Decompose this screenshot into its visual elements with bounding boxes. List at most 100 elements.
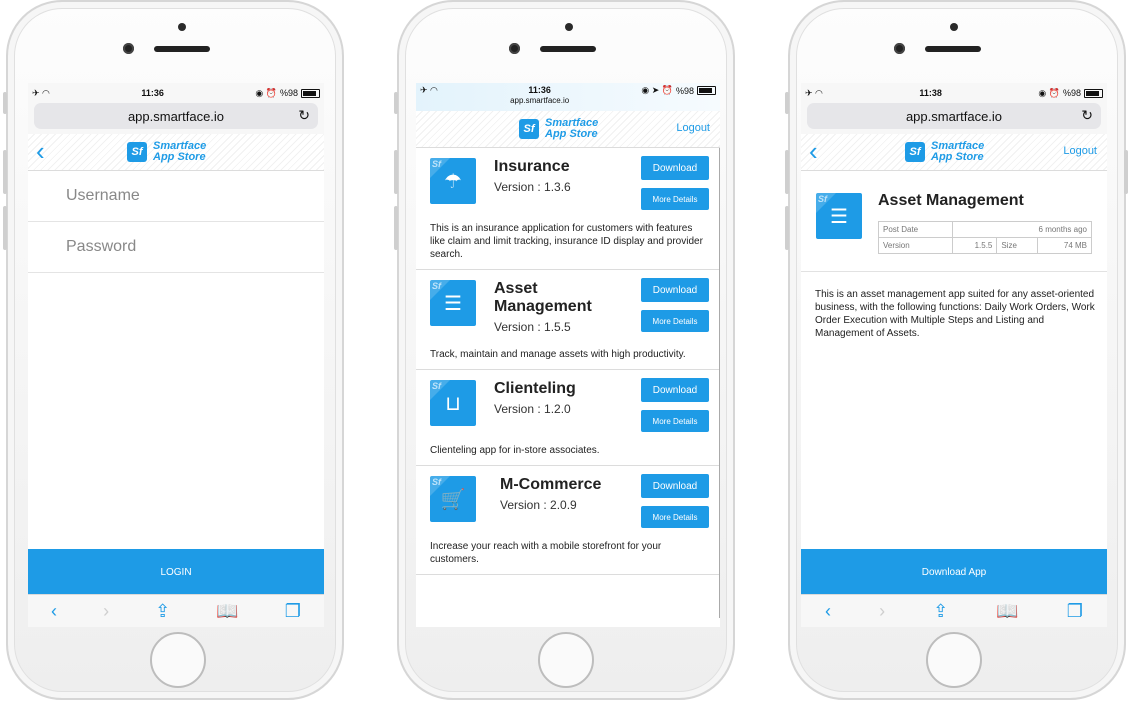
front-camera — [894, 43, 905, 54]
app-version: Version : 1.2.0 — [494, 402, 571, 416]
volume-up-button — [3, 150, 7, 194]
mute-switch — [394, 92, 398, 114]
list-icon: Sf ☰ — [430, 280, 476, 326]
app-description: Track, maintain and manage assets with h… — [430, 349, 686, 360]
earpiece-speaker — [925, 46, 981, 52]
volume-up-button — [394, 150, 398, 194]
smartface-logo-icon: Sf — [127, 142, 147, 162]
back-icon[interactable]: ‹ — [809, 136, 818, 166]
logout-link[interactable]: Logout — [1063, 145, 1097, 157]
volume-down-button — [785, 206, 789, 250]
post-date-label: Post Date — [878, 221, 953, 238]
browser-toolbar: ‹ › ⇪ 📖 ❐ — [801, 594, 1107, 627]
app-name: M-Commerce — [500, 476, 602, 493]
app-name: Asset Management — [494, 280, 592, 315]
battery-percent: %98 — [675, 85, 694, 96]
download-button[interactable]: Download — [641, 474, 709, 498]
volume-down-button — [3, 206, 7, 250]
url-bar[interactable]: app.smartface.io ↻ — [807, 103, 1101, 129]
url-bar-container: app.smartface.io ↻ — [801, 103, 1107, 134]
app-logo: Sf Smartface App Store — [127, 141, 225, 163]
bookmarks-icon[interactable]: 📖 — [216, 601, 238, 622]
list-item-info: Asset Management Version : 1.5.5 — [494, 280, 634, 338]
battery-icon — [1083, 88, 1103, 98]
status-bar: ✈ ◠ 11:38 ◉ ⏰ %98 — [801, 83, 1107, 103]
battery-icon — [300, 88, 320, 98]
bookmarks-icon[interactable]: 📖 — [996, 601, 1018, 622]
browser-forward-icon[interactable]: › — [879, 601, 885, 622]
status-time: 11:36 — [141, 88, 164, 98]
browser-forward-icon[interactable]: › — [103, 601, 109, 622]
tabs-icon[interactable]: ❐ — [1067, 601, 1083, 622]
username-field[interactable]: Username — [28, 171, 324, 222]
size-value: 74 MB — [1037, 237, 1092, 254]
detail-header: Sf ☰ Asset Management Post Date 6 months … — [801, 171, 1107, 272]
share-icon[interactable]: ⇪ — [155, 601, 170, 622]
volume-down-button — [394, 206, 398, 250]
cart-icon: Sf 🛒 — [430, 476, 476, 522]
more-details-button[interactable]: More Details — [641, 410, 709, 432]
list-item-info: M-Commerce Version : 2.0.9 — [494, 476, 640, 534]
app-description: Clienteling app for in-store associates. — [430, 445, 600, 456]
meta-table: Post Date 6 months ago Version 1.5.5 Siz… — [878, 221, 1093, 254]
power-button — [1124, 150, 1128, 194]
airplane-wifi-icon: ✈ ◠ — [420, 85, 438, 95]
login-button[interactable]: LOGIN — [28, 549, 324, 595]
app-logo: Sf Smartface App Store — [905, 141, 1003, 163]
app-version: Version : 2.0.9 — [500, 498, 577, 512]
reload-icon[interactable]: ↻ — [1081, 107, 1093, 124]
volume-up-button — [785, 150, 789, 194]
umbrella-hand-icon: Sf ☂ — [430, 158, 476, 204]
app-glyph: 🛒 — [440, 488, 466, 511]
download-button[interactable]: Download — [641, 378, 709, 402]
version-label: Version — [878, 237, 953, 254]
logout-link[interactable]: Logout — [676, 122, 710, 134]
location-alarm-icon: ◉ ➤ ⏰ — [641, 85, 673, 95]
home-button[interactable] — [150, 632, 206, 688]
app-version: Version : 1.3.6 — [494, 180, 571, 194]
more-details-button[interactable]: More Details — [641, 506, 709, 528]
url-bar[interactable]: app.smartface.io ↻ — [34, 103, 318, 129]
download-button[interactable]: Download — [641, 156, 709, 180]
home-button[interactable] — [926, 632, 982, 688]
list-item: Sf ☰ Asset Management Version : 1.5.5 Downlo… — [416, 270, 719, 370]
front-camera — [509, 43, 520, 54]
alarm-icon: ◉ ⏰ — [1038, 87, 1060, 98]
download-app-button[interactable]: Download App — [801, 549, 1107, 595]
earpiece-speaker — [540, 46, 596, 52]
battery-percent: %98 — [1062, 88, 1081, 98]
browser-back-icon[interactable]: ‹ — [51, 601, 57, 622]
app-description: This is an insurance application for cus… — [430, 223, 703, 260]
screen: ✈ ◠ 11:38 ◉ ⏰ %98 app.smartface.io ↻ ‹ S… — [801, 83, 1107, 627]
phone-detail: ✈ ◠ 11:38 ◉ ⏰ %98 app.smartface.io ↻ ‹ S… — [784, 0, 1130, 706]
screen: ✈ ◠ 11:36 app.smartface.io ◉ ➤ ⏰ %98 Sf … — [416, 83, 720, 627]
home-button[interactable] — [538, 632, 594, 688]
logo-text: Smartface App Store — [931, 140, 985, 163]
url-text[interactable]: app.smartface.io — [510, 96, 569, 105]
version-value: 1.5.5 — [951, 237, 998, 254]
detail-description: This is an asset management app suited f… — [815, 289, 1095, 339]
battery-percent: %98 — [279, 88, 298, 98]
mute-switch — [785, 92, 789, 114]
download-button[interactable]: Download — [641, 278, 709, 302]
browser-back-icon[interactable]: ‹ — [825, 601, 831, 622]
status-right: ◉ ⏰ %98 — [255, 88, 320, 99]
share-icon[interactable]: ⇪ — [933, 601, 948, 622]
tabs-icon[interactable]: ❐ — [285, 601, 301, 622]
screen: ✈ ◠ 11:36 ◉ ⏰ %98 app.smartface.io ↻ ‹ S… — [28, 83, 324, 627]
app-glyph: ☰ — [444, 292, 462, 315]
detail-title: Asset Management — [878, 192, 1024, 209]
reload-icon[interactable]: ↻ — [298, 107, 310, 124]
airplane-wifi-icon: ✈ ◠ — [32, 87, 50, 98]
app-list: Sf ☂ Insurance Version : 1.3.6 Download More … — [416, 148, 720, 618]
url-text: app.smartface.io — [127, 108, 225, 124]
app-glyph: ☂ — [444, 170, 462, 193]
more-details-button[interactable]: More Details — [641, 310, 709, 332]
password-field[interactable]: Password — [28, 222, 324, 273]
more-details-button[interactable]: More Details — [641, 188, 709, 210]
back-icon[interactable]: ‹ — [36, 136, 45, 166]
status-time: 11:36 — [528, 85, 551, 95]
status-time: 11:38 — [919, 88, 942, 98]
earpiece-speaker — [154, 46, 210, 52]
smartface-logo-icon: Sf — [519, 119, 539, 139]
